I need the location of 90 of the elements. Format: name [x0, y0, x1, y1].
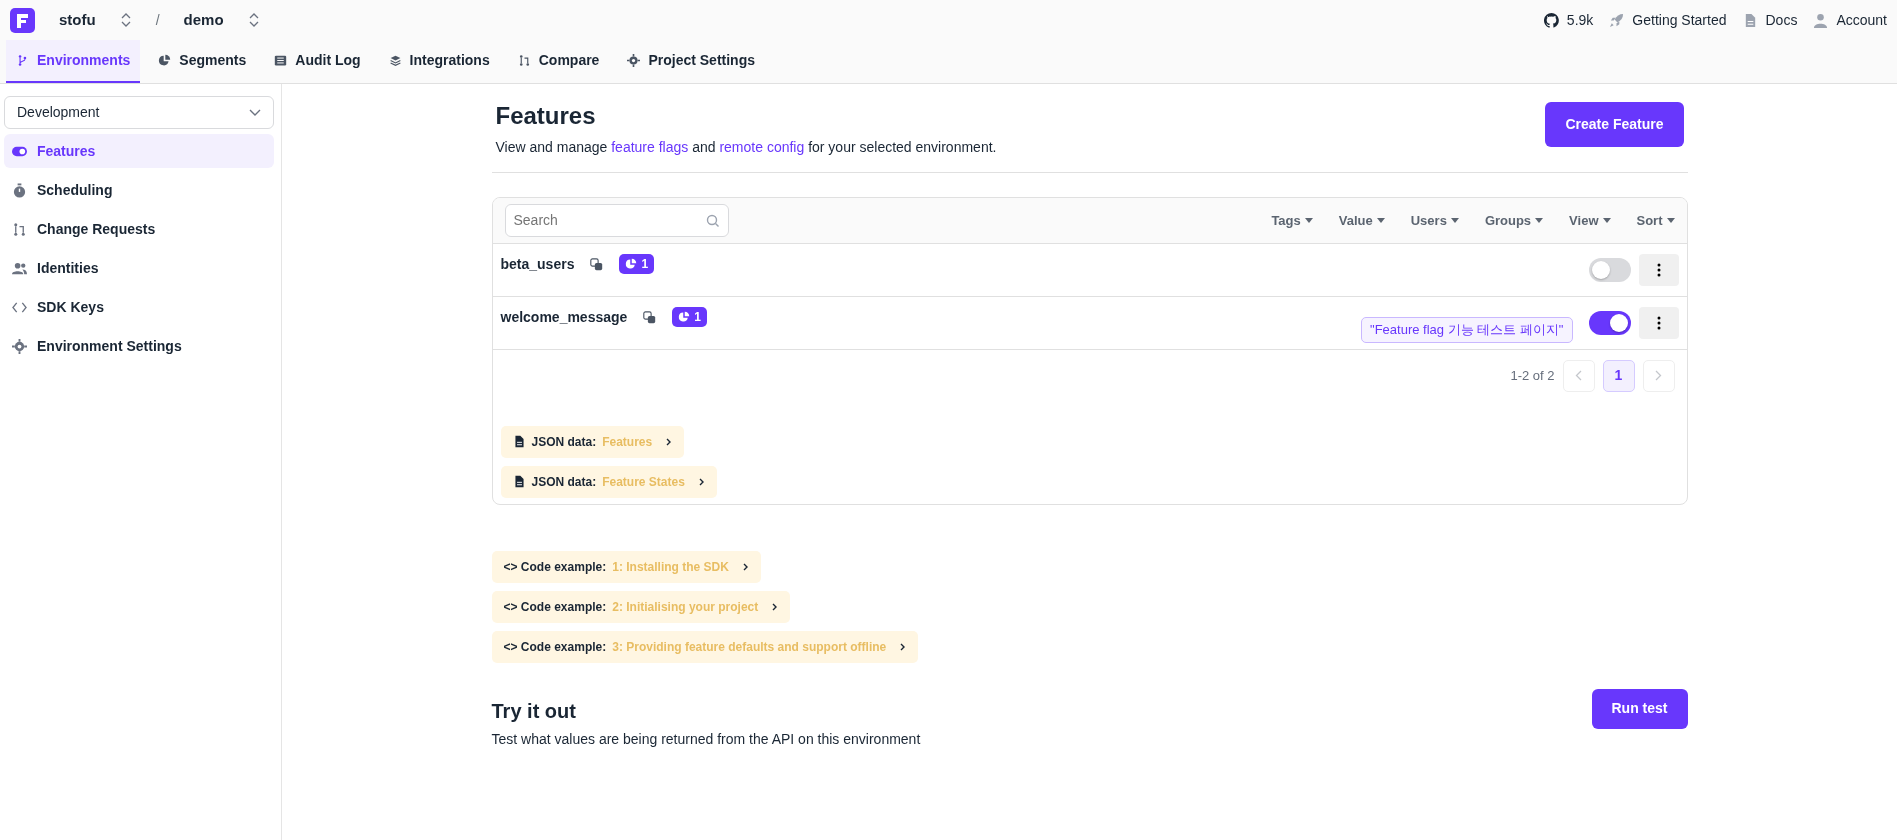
code-example-button[interactable]: <> Code example: 1: Installing the SDK: [491, 550, 761, 583]
pull-request-icon: [12, 221, 27, 237]
sidebar-item[interactable]: Scheduling: [4, 173, 274, 207]
json-data-button[interactable]: JSON data: Features: [500, 425, 685, 458]
feature-name[interactable]: welcome_message: [500, 306, 628, 328]
chevron-right-icon: [900, 642, 907, 651]
sidebar-item[interactable]: Change Requests: [4, 212, 274, 246]
project-name[interactable]: demo: [183, 8, 224, 32]
rocket-icon: [1609, 12, 1625, 28]
page-description: View and manage feature flags and remote config for your selected environment.: [495, 137, 997, 157]
list-icon: [274, 54, 288, 67]
people-icon: [12, 260, 27, 276]
page-button[interactable]: 1: [1602, 359, 1635, 392]
top-link[interactable]: 5.9k: [1543, 9, 1594, 31]
chevron-up-down-icon: [119, 13, 132, 27]
filter-dropdown[interactable]: Value: [1338, 210, 1385, 231]
nav-tab[interactable]: Compare: [507, 40, 610, 83]
create-feature-button[interactable]: Create Feature: [1545, 102, 1684, 147]
feature-name[interactable]: beta_users: [500, 253, 575, 275]
feature-value: "Feature flag 기능 테스트 페이지": [1361, 317, 1573, 343]
caret-icon: [1376, 217, 1385, 223]
chevron-right-icon: [698, 477, 705, 486]
caret-icon: [1602, 217, 1611, 223]
chevron-right-icon: [772, 602, 779, 611]
sidebar-item[interactable]: Features: [4, 134, 274, 168]
chevron-down-icon: [249, 109, 261, 116]
branch-icon: [16, 54, 29, 67]
code-example-button[interactable]: <> Code example: 2: Initialising your project: [491, 590, 791, 623]
caret-icon: [1304, 217, 1313, 223]
github-icon: [1543, 12, 1559, 28]
nav-tab[interactable]: Audit Log: [264, 40, 371, 83]
json-data-button[interactable]: JSON data: Feature States: [500, 465, 717, 498]
chevron-icon: [1575, 370, 1582, 382]
nav-tab[interactable]: Segments: [148, 40, 257, 83]
layers-icon: [388, 54, 402, 67]
chevron-icon: [1655, 370, 1662, 382]
code-example-button[interactable]: <> Code example: 3: Providing feature defaults and support offline: [491, 630, 919, 663]
filter-dropdown[interactable]: Tags: [1271, 210, 1313, 231]
sidebar-item[interactable]: Identities: [4, 251, 274, 285]
sidebar-item[interactable]: Environment Settings: [4, 329, 274, 363]
document-icon: [512, 435, 526, 449]
kebab-icon: [1656, 262, 1661, 277]
filter-dropdown[interactable]: Groups: [1484, 210, 1544, 231]
feature-toggle[interactable]: [1588, 257, 1631, 282]
section-title: Try it out: [491, 698, 577, 723]
breadcrumb-separator: /: [155, 10, 160, 30]
search-icon: [705, 213, 719, 227]
segment-override-badge: 1: [672, 307, 708, 328]
org-name[interactable]: stofu: [59, 8, 96, 32]
caret-icon: [1450, 217, 1459, 223]
top-link[interactable]: Docs: [1742, 9, 1798, 31]
pie-chart-icon: [625, 258, 638, 271]
search-field[interactable]: Search: [504, 203, 729, 237]
nav-tab[interactable]: Environments: [6, 40, 141, 83]
kebab-icon: [1656, 315, 1661, 330]
stopwatch-icon: [12, 182, 27, 198]
top-link[interactable]: Getting Started: [1609, 9, 1727, 31]
more-options-button[interactable]: [1638, 306, 1679, 339]
filter-dropdown[interactable]: View: [1569, 210, 1611, 231]
copy-icon[interactable]: [590, 257, 604, 271]
pagination-range: 1-2 of 2: [1510, 367, 1555, 386]
filter-dropdown[interactable]: Sort: [1636, 210, 1675, 231]
next-page-button[interactable]: [1642, 359, 1675, 392]
segment-override-badge: 1: [619, 254, 655, 275]
text-link[interactable]: feature flags: [611, 138, 689, 155]
document-icon: [512, 475, 526, 489]
run-test-button[interactable]: Run test: [1591, 688, 1688, 729]
pull-request-icon: [517, 54, 531, 67]
caret-icon: [1666, 217, 1675, 223]
chevron-right-icon: [742, 562, 749, 571]
page-title: Features: [495, 102, 597, 131]
text-link[interactable]: remote config: [719, 138, 805, 155]
pie-chart-icon: [158, 54, 172, 67]
sidebar-item[interactable]: SDK Keys: [4, 290, 274, 324]
feature-toggle[interactable]: [1588, 310, 1631, 335]
pie-chart-icon: [678, 311, 691, 324]
more-options-button[interactable]: [1638, 253, 1679, 286]
filter-dropdown[interactable]: Users: [1410, 210, 1459, 231]
chevron-right-icon: [666, 437, 673, 446]
logo: [10, 7, 35, 33]
previous-page-button[interactable]: [1562, 359, 1595, 392]
caret-icon: [1535, 217, 1544, 223]
top-link[interactable]: Account: [1813, 9, 1887, 31]
nav-tab[interactable]: Project Settings: [617, 40, 765, 83]
environment-select[interactable]: Development: [4, 96, 274, 129]
section-description: Test what values are being returned from the API on this environment: [491, 729, 921, 749]
copy-icon[interactable]: [643, 310, 657, 324]
user-icon: [1813, 12, 1829, 28]
chevron-up-down-icon: [247, 13, 260, 27]
nav-tab[interactable]: Integrations: [378, 40, 500, 83]
